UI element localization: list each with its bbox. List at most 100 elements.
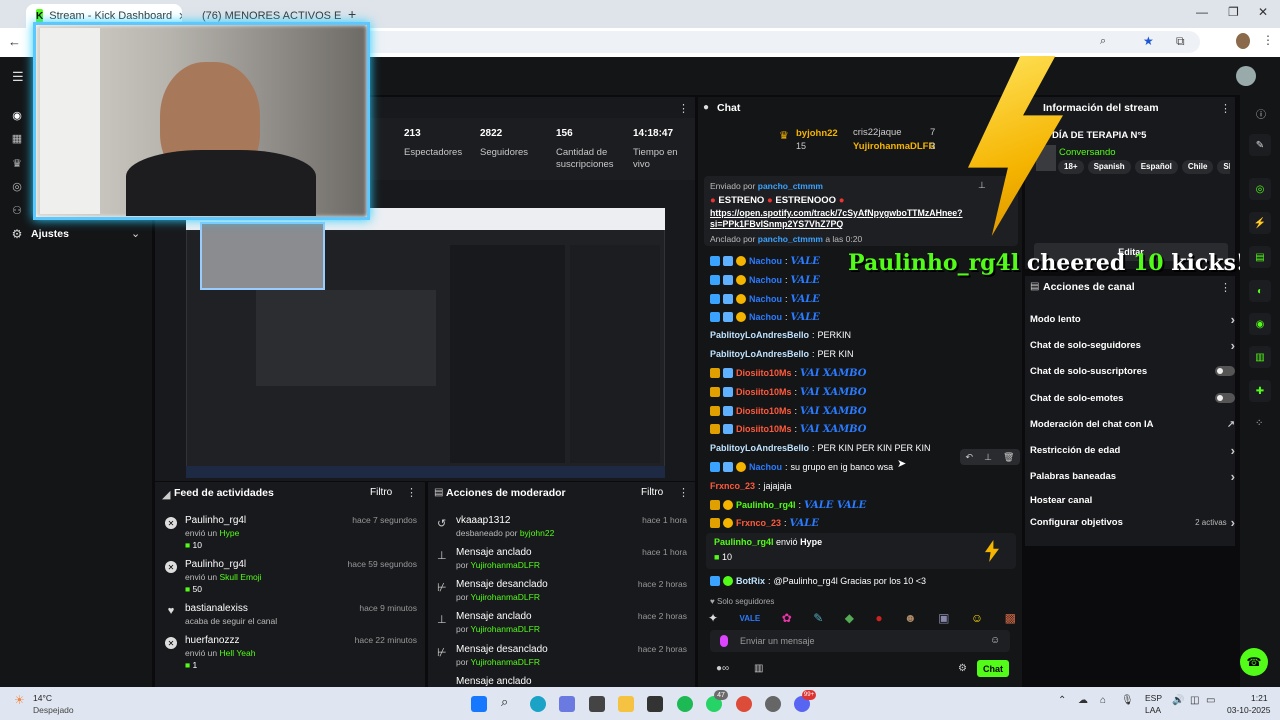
channel-action-item[interactable]: Chat de solo-seguidores › <box>1030 337 1235 353</box>
emoji-icon[interactable]: ☺ <box>990 635 1000 646</box>
send-chat-button[interactable]: Chat <box>977 660 1009 677</box>
obs-icon[interactable] <box>765 696 781 712</box>
emote-icon[interactable]: ☺ <box>971 611 983 625</box>
channel-action-control[interactable]: › <box>1231 469 1235 484</box>
support-icon[interactable]: ☎ <box>1240 648 1268 676</box>
chat-settings-icon[interactable]: ⚙ <box>958 663 967 674</box>
mod-filter-button[interactable]: Filtro <box>641 487 663 498</box>
folder-icon[interactable] <box>618 696 634 712</box>
tray-app-icon[interactable]: ⌂ <box>1100 695 1106 706</box>
stream-tag[interactable]: 18+ <box>1058 160 1084 174</box>
profile-avatar[interactable] <box>1236 33 1250 49</box>
emote-icon[interactable]: ▩ <box>1005 611 1016 625</box>
chat-username[interactable]: Frxnco_23 <box>736 518 781 528</box>
chat-username[interactable]: Nachou <box>749 312 782 322</box>
stream-tag[interactable]: Spanish <box>1087 160 1131 174</box>
preview-more-icon[interactable]: ⋮ <box>678 102 689 115</box>
edge-icon[interactable] <box>530 696 546 712</box>
chat-username[interactable]: Diosiito10Ms <box>736 406 792 416</box>
close-tab-icon[interactable]: ✕ <box>178 10 182 23</box>
pin-icon[interactable]: ⊥ <box>978 180 986 191</box>
network-icon[interactable]: ◫ <box>1190 695 1199 706</box>
delete-icon[interactable]: 🗑 <box>1003 452 1014 463</box>
chat-username[interactable]: Nachou <box>749 294 782 304</box>
stream-icon[interactable]: ◉ <box>10 108 24 122</box>
hamburger-menu-icon[interactable]: ☰ <box>12 69 24 85</box>
weather-temp[interactable]: 14°C <box>33 693 52 703</box>
channel-action-item[interactable]: Restricción de edad › <box>1030 442 1235 458</box>
windows-start-icon[interactable] <box>471 696 487 712</box>
minimize-icon[interactable]: — <box>1196 5 1208 19</box>
capture-icon[interactable] <box>647 696 663 712</box>
channel-action-control[interactable] <box>1215 393 1235 403</box>
language-layout[interactable]: LAA <box>1145 705 1161 715</box>
channel-action-item[interactable]: Palabras baneadas › <box>1030 468 1235 484</box>
chat-message[interactable]: Diosiito10Ms: VAI XAMBO <box>710 403 1010 419</box>
chat-username[interactable]: Diosiito10Ms <box>736 368 792 378</box>
store-icon[interactable] <box>559 696 575 712</box>
lightning-icon[interactable]: ⚡ <box>1249 212 1271 234</box>
chat-username[interactable]: Diosiito10Ms <box>736 424 792 434</box>
chat-username[interactable]: PablitoyLoAndresBello <box>710 330 809 340</box>
emote-icon[interactable]: ☻ <box>904 611 917 625</box>
extensions-icon[interactable]: ⧉ <box>1176 34 1185 49</box>
bookmark-star-icon[interactable]: ★ <box>1143 34 1154 48</box>
zoom-icon[interactable]: ⌕ <box>1100 35 1106 48</box>
broadcast-icon[interactable]: ◉ <box>1249 313 1271 335</box>
dashboard-icon[interactable]: ▦ <box>10 131 24 145</box>
settings-gear-icon[interactable]: ⚙ <box>10 227 24 241</box>
channel-action-item[interactable]: Modo lento › <box>1030 311 1235 327</box>
emote-icon[interactable]: ✿ <box>782 611 792 625</box>
emote-icon[interactable]: ✎ <box>813 611 823 625</box>
info-icon[interactable]: ⓘ <box>1256 106 1266 121</box>
chat-message[interactable]: Frxnco_23: VALE <box>710 515 1010 531</box>
chat-username[interactable]: Paulinho_rg4l <box>736 500 796 510</box>
reply-icon[interactable]: ↶ <box>966 452 974 463</box>
tools-icon[interactable]: ✚ <box>1249 380 1271 402</box>
new-tab-button[interactable]: + <box>348 6 356 22</box>
chat-message[interactable]: PablitoyLoAndresBello: PERKIN <box>710 327 1010 343</box>
channel-action-item[interactable]: Moderación del chat con IA ↗ <box>1030 416 1235 432</box>
pinned-link[interactable]: https://open.spotify.com/track/7cSyAfNpy… <box>710 208 965 230</box>
emote-icon[interactable]: ▣ <box>938 611 949 625</box>
chat-message[interactable]: Diosiito10Ms: VAI XAMBO <box>710 365 1010 381</box>
stream-info-more-icon[interactable]: ⋮ <box>1220 102 1231 115</box>
clock-time[interactable]: 1:21 <box>1251 693 1268 703</box>
apps-icon[interactable]: ⁘ <box>1255 418 1263 429</box>
stream-tag[interactable]: Chile <box>1181 160 1214 174</box>
channel-actions-more-icon[interactable]: ⋮ <box>1220 281 1231 294</box>
document-icon[interactable]: ▤ <box>1249 246 1271 268</box>
cloud-icon[interactable]: ☁ <box>1078 695 1088 706</box>
pin-message-icon[interactable]: ⊥ <box>984 452 992 463</box>
microphone-icon[interactable]: 🎙 <box>1121 695 1134 706</box>
sidebar-settings-label[interactable]: Ajustes <box>31 228 69 240</box>
channel-action-item[interactable]: Configurar objetivos 2 activas › <box>1030 514 1235 530</box>
search-icon[interactable]: ⌕ <box>501 694 508 710</box>
channel-action-item[interactable]: Chat de solo-emotes <box>1030 390 1235 406</box>
tray-chevron-icon[interactable]: ⌃ <box>1058 695 1066 706</box>
chat-message[interactable]: Paulinho_rg4l: VALE VALE <box>710 497 1010 513</box>
chat-message[interactable]: Nachou: VALE <box>710 291 1010 307</box>
trophy-icon[interactable]: ♛ <box>10 156 24 170</box>
channel-action-control[interactable]: ↗ <box>1227 419 1235 430</box>
chat-username[interactable]: Nachou <box>749 462 782 472</box>
chat-username[interactable]: Diosiito10Ms <box>736 387 792 397</box>
user-avatar[interactable] <box>1236 66 1256 86</box>
weather-desc[interactable]: Despejado <box>33 705 74 715</box>
stream-tag[interactable]: Español <box>1134 160 1178 174</box>
chat-message[interactable]: PablitoyLoAndresBello: PER KIN <box>710 346 1010 362</box>
app-icon[interactable] <box>589 696 605 712</box>
users-icon[interactable]: ⚇ <box>10 203 24 217</box>
chat-message[interactable]: Diosiito10Ms: VAI XAMBO <box>710 384 1010 400</box>
channel-action-control[interactable]: 2 activas › <box>1195 515 1235 530</box>
chat-message[interactable]: Frxnco_23: jajajaja <box>710 478 1010 494</box>
channel-action-control[interactable]: › <box>1231 443 1235 458</box>
volume-icon[interactable]: 🔊 <box>1172 695 1184 706</box>
chat-username[interactable]: PablitoyLoAndresBello <box>710 443 809 453</box>
chat-message[interactable]: Diosiito10Ms: VAI XAMBO <box>710 421 1010 437</box>
channel-action-item[interactable]: Chat de solo-suscriptores <box>1030 363 1235 379</box>
store-icon[interactable]: ▥ <box>754 663 763 674</box>
channel-action-item[interactable]: Hostear canal <box>1030 492 1235 508</box>
emote-icon[interactable]: ◆ <box>845 611 854 625</box>
mic-icon[interactable] <box>720 635 728 647</box>
